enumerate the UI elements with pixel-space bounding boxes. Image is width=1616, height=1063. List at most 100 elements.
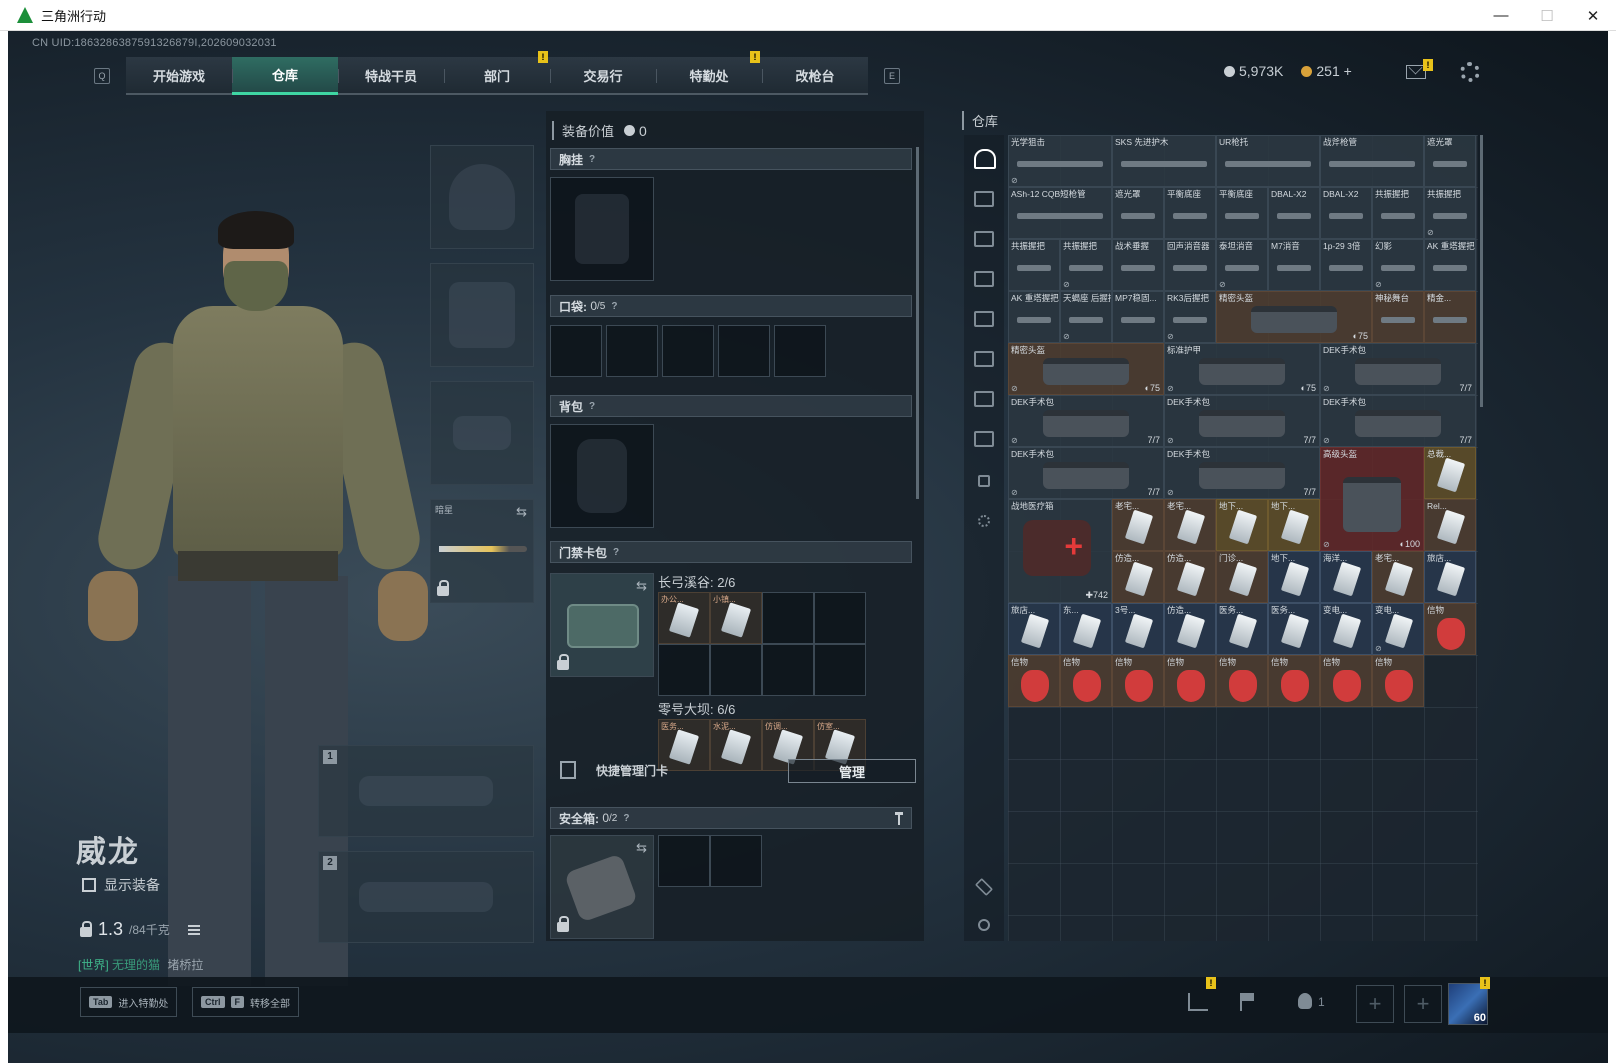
world-chat-line[interactable]: [世界] 无理的猫 堵桥拉 bbox=[78, 956, 203, 973]
warehouse-item[interactable]: 精密头盔 ◐75 bbox=[1216, 291, 1372, 343]
tab-1[interactable]: 仓库 bbox=[232, 57, 338, 95]
tab-0[interactable]: 开始游戏 bbox=[126, 57, 232, 93]
warehouse-page-4-icon[interactable] bbox=[974, 311, 994, 327]
keycard-cell[interactable] bbox=[814, 644, 866, 696]
warehouse-item[interactable]: DEK手术包 7/7 ⊘ bbox=[1164, 395, 1320, 447]
warehouse-item[interactable]: 老宅... bbox=[1164, 499, 1216, 551]
warehouse-item[interactable]: ASh-12 CQB短枪管 bbox=[1008, 187, 1112, 239]
warehouse-item[interactable]: 海洋... bbox=[1320, 551, 1372, 603]
warehouse-item[interactable]: DBAL-X2 bbox=[1320, 187, 1372, 239]
keycard-cell[interactable] bbox=[762, 592, 814, 644]
warehouse-item[interactable]: 共振握把 ⊘ bbox=[1060, 239, 1112, 291]
close-button[interactable]: ✕ bbox=[1570, 0, 1616, 31]
warehouse-item[interactable]: 信物 bbox=[1216, 655, 1268, 707]
warehouse-item[interactable]: DEK手术包 7/7 ⊘ bbox=[1320, 343, 1476, 395]
warehouse-item[interactable]: SKS 先进护木 bbox=[1112, 135, 1216, 187]
maximize-button[interactable]: ☐ bbox=[1524, 0, 1570, 31]
keycard-item[interactable]: 办公... bbox=[658, 592, 710, 644]
warehouse-item[interactable]: 信物 bbox=[1320, 655, 1372, 707]
warehouse-all-icon[interactable] bbox=[974, 149, 996, 169]
warehouse-item[interactable]: 信物 bbox=[1268, 655, 1320, 707]
sort-icon[interactable] bbox=[978, 919, 990, 931]
show-equipment-toggle[interactable]: 显示装备 bbox=[82, 875, 160, 895]
layers-icon[interactable] bbox=[974, 877, 994, 897]
warehouse-item[interactable]: 老宅... bbox=[1372, 551, 1424, 603]
nav-prev-key[interactable]: Q bbox=[94, 68, 110, 84]
warehouse-page-2-icon[interactable] bbox=[974, 231, 994, 247]
warehouse-page-1-icon[interactable] bbox=[974, 191, 994, 207]
warehouse-item[interactable]: 信物 bbox=[1164, 655, 1216, 707]
tab-6[interactable]: 改枪台 bbox=[762, 57, 868, 93]
pocket-slot[interactable] bbox=[662, 325, 714, 377]
tab-4[interactable]: 交易行 bbox=[550, 57, 656, 93]
stats-chart-icon[interactable] bbox=[1188, 993, 1208, 1011]
warehouse-item[interactable]: 遮光罩 bbox=[1112, 187, 1164, 239]
tab-2[interactable]: 特战干员 bbox=[338, 57, 444, 93]
warehouse-item[interactable]: 标准护甲 ◐75 ⊘ bbox=[1164, 343, 1320, 395]
warehouse-item[interactable]: 门诊... bbox=[1216, 551, 1268, 603]
backpack-slot[interactable] bbox=[550, 424, 654, 528]
keycard-cell[interactable] bbox=[710, 644, 762, 696]
safebox-help-icon[interactable]: ? bbox=[623, 813, 629, 824]
chest-rig-help-icon[interactable]: ? bbox=[589, 154, 595, 165]
warehouse-item[interactable]: 东... bbox=[1060, 603, 1112, 655]
lock-icon[interactable] bbox=[978, 475, 990, 487]
warehouse-item[interactable]: 信物 bbox=[1060, 655, 1112, 707]
warehouse-item[interactable]: 遮光罩 bbox=[1424, 135, 1476, 187]
warehouse-item[interactable]: 共振握把 ⊘ bbox=[1424, 187, 1476, 239]
warehouse-item[interactable]: 泰坦消音 ⊘ bbox=[1216, 239, 1268, 291]
warehouse-item[interactable]: 信物 bbox=[1372, 655, 1424, 707]
safebox-cell[interactable] bbox=[710, 835, 762, 887]
warehouse-item[interactable]: DEK手术包 7/7 ⊘ bbox=[1164, 447, 1320, 499]
player-avatar[interactable]: 60 bbox=[1448, 983, 1488, 1025]
warehouse-item[interactable]: 1p-29 3倍 bbox=[1320, 239, 1372, 291]
warehouse-scrollbar[interactable] bbox=[1480, 135, 1483, 407]
warehouse-item[interactable]: 旅店... bbox=[1424, 551, 1476, 603]
pocket-slot[interactable] bbox=[606, 325, 658, 377]
safebox-slot[interactable]: ⇆ bbox=[550, 835, 654, 939]
squad-person-icon[interactable] bbox=[1298, 993, 1312, 1009]
warehouse-item[interactable]: 老宅... bbox=[1112, 499, 1164, 551]
minimize-button[interactable]: — bbox=[1478, 0, 1524, 31]
nav-next-key[interactable]: E bbox=[884, 68, 900, 84]
warehouse-item[interactable]: DEK手术包 7/7 ⊘ bbox=[1320, 395, 1476, 447]
weight-detail-icon[interactable] bbox=[187, 924, 200, 935]
primary-weapon-slot[interactable]: 1 bbox=[318, 745, 534, 837]
helmet-slot[interactable] bbox=[430, 145, 534, 249]
tab-5[interactable]: 特勤处! bbox=[656, 51, 762, 93]
warehouse-item[interactable]: 总裁... bbox=[1424, 447, 1476, 499]
warehouse-item[interactable]: 共振握把 bbox=[1008, 239, 1060, 291]
pistol-slot[interactable] bbox=[430, 381, 534, 485]
warehouse-settings-icon[interactable] bbox=[978, 515, 990, 527]
keycard-case-slot[interactable]: ⇆ bbox=[550, 573, 654, 677]
tab-3[interactable]: 部门! bbox=[444, 51, 550, 93]
warehouse-item[interactable]: 地下... bbox=[1268, 551, 1320, 603]
melee-slot[interactable]: 暗星 ⇆ bbox=[430, 499, 534, 603]
warehouse-item[interactable]: 幻影 ⊘ bbox=[1372, 239, 1424, 291]
warehouse-item[interactable]: 平衡底座 bbox=[1216, 187, 1268, 239]
warehouse-item[interactable]: 精金... bbox=[1424, 291, 1476, 343]
warehouse-item[interactable]: Rel... bbox=[1424, 499, 1476, 551]
warehouse-item[interactable]: RK3后握把 ⊘ bbox=[1164, 291, 1216, 343]
warehouse-item[interactable]: 仿造... bbox=[1112, 551, 1164, 603]
keycard-cell[interactable] bbox=[658, 644, 710, 696]
buy-currency-button[interactable]: + bbox=[1344, 63, 1352, 79]
swap-icon[interactable]: ⇆ bbox=[636, 840, 647, 856]
warehouse-item[interactable]: 地下... bbox=[1216, 499, 1268, 551]
enter-ops-hotkey[interactable]: Tab 进入特勤处 bbox=[80, 987, 178, 1017]
warehouse-item[interactable]: 旅店... bbox=[1008, 603, 1060, 655]
settings-gear-icon[interactable] bbox=[1460, 62, 1480, 82]
warehouse-item[interactable]: 战斧枪管 bbox=[1320, 135, 1424, 187]
pin-icon[interactable] bbox=[895, 812, 903, 825]
chest-rig-slot[interactable] bbox=[550, 177, 654, 281]
warehouse-item[interactable]: DBAL-X2 bbox=[1268, 187, 1320, 239]
safebox-cell[interactable] bbox=[658, 835, 710, 887]
warehouse-item[interactable]: 信物 bbox=[1112, 655, 1164, 707]
keycard-item[interactable]: 小镇... bbox=[710, 592, 762, 644]
swap-icon[interactable]: ⇆ bbox=[516, 504, 527, 520]
warehouse-item[interactable]: 战术垂握 bbox=[1112, 239, 1164, 291]
manage-button[interactable]: 管理 bbox=[788, 759, 916, 783]
warehouse-page-3-icon[interactable] bbox=[974, 271, 994, 287]
warehouse-item[interactable]: 信物 bbox=[1424, 603, 1476, 655]
warehouse-item[interactable]: 医务... bbox=[1268, 603, 1320, 655]
